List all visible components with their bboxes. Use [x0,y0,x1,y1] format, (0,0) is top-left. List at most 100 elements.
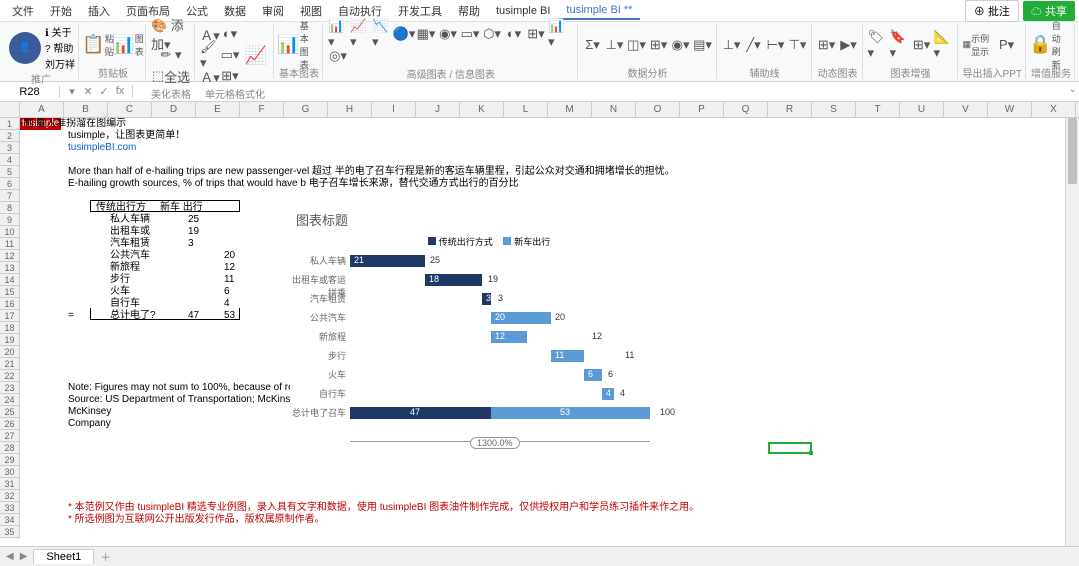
row-header-28[interactable]: 28 [0,442,19,454]
scrollbar-vertical[interactable] [1065,102,1079,546]
menu-help[interactable]: 帮助 [450,1,488,21]
row-header-20[interactable]: 20 [0,346,19,358]
adv-9[interactable]: ◐▾ [504,24,524,44]
row-header-9[interactable]: 9 [0,214,19,226]
menu-insert[interactable]: 插入 [80,1,118,21]
menu-data[interactable]: 数据 [216,1,254,21]
adv-12[interactable]: ◎▾ [328,46,348,66]
row-header-23[interactable]: 23 [0,382,19,394]
avatar[interactable]: 👤 [9,32,41,64]
adv-7[interactable]: ▭▾ [460,24,480,44]
about-button[interactable]: ℹ 关于 [45,24,75,39]
row-header-26[interactable]: 26 [0,418,19,430]
menu-home[interactable]: 开始 [42,1,80,21]
row-header-4[interactable]: 4 [0,154,19,166]
col-header-R[interactable]: R [768,102,812,117]
fmt-d[interactable]: ▭▾ [220,45,240,65]
col-header-C[interactable]: C [108,102,152,117]
en-2[interactable]: 🔖▾ [890,35,910,55]
adv-2[interactable]: 📈▾ [350,24,370,44]
adv-5[interactable]: ▦▾ [416,24,436,44]
col-header-J[interactable]: J [416,102,460,117]
help-button[interactable]: ? 帮助 [45,40,75,55]
row-header-34[interactable]: 34 [0,514,19,526]
an-5[interactable]: ◉▾ [671,35,691,55]
row-header-22[interactable]: 22 [0,370,19,382]
col-header-M[interactable]: M [548,102,592,117]
en-3[interactable]: ⊞▾ [912,35,932,55]
row-header-32[interactable]: 32 [0,490,19,502]
row-header-14[interactable]: 14 [0,274,19,286]
en-1[interactable]: 🏷▾ [868,35,888,55]
col-header-T[interactable]: T [856,102,900,117]
col-header-V[interactable]: V [944,102,988,117]
sheet-tab-1[interactable]: Sheet1 [33,549,94,564]
row-headers[interactable]: 1234567891011121314151617181920212223242… [0,118,20,538]
row-header-12[interactable]: 12 [0,250,19,262]
comments-button[interactable]: ⊕ 批注 [965,0,1019,22]
menu-tusimple1[interactable]: tusimple BI [488,3,558,19]
confirm-icon[interactable]: ✓ [96,85,112,98]
row-header-31[interactable]: 31 [0,478,19,490]
menu-view[interactable]: 视图 [292,1,330,21]
row-header-1[interactable]: 1 [0,118,19,130]
row-header-15[interactable]: 15 [0,286,19,298]
an-2[interactable]: ⊥▾ [605,35,625,55]
col-header-A[interactable]: A [20,102,64,117]
select-all-btn[interactable]: ⬚ 全选 [151,66,191,86]
ax-3[interactable]: ⊢▾ [766,35,786,55]
select-all-corner[interactable] [0,102,20,118]
adv-6[interactable]: ◉▾ [438,24,458,44]
share-button[interactable]: ☁ 共享 [1023,1,1075,21]
add-sheet-icon[interactable]: ＋ [100,549,111,565]
ax-2[interactable]: ╱▾ [744,35,764,55]
row-header-30[interactable]: 30 [0,466,19,478]
chart-big[interactable]: 📈 [242,35,270,75]
chart[interactable]: 图表标题 传统出行方式 新车出行 私人车辆2125出租车或客运拼乘1819汽车租… [290,208,680,448]
row-header-33[interactable]: 33 [0,502,19,514]
adv-10[interactable]: ⊞▾ [526,24,546,44]
row-header-5[interactable]: 5 [0,166,19,178]
col-header-S[interactable]: S [812,102,856,117]
adv-11[interactable]: 📊▾ [548,24,568,44]
menu-review[interactable]: 审阅 [254,1,292,21]
fmt-f[interactable]: ⊞▾ [220,66,240,86]
paste-button[interactable]: 📋粘贴 [84,25,112,65]
basic-chart-btn[interactable]: 📊基本图表 [279,25,307,65]
col-header-F[interactable]: F [240,102,284,117]
adv-3[interactable]: 📉▾ [372,24,392,44]
col-header-N[interactable]: N [592,102,636,117]
dy-1[interactable]: ⊞▾ [817,35,837,55]
row-header-6[interactable]: 6 [0,178,19,190]
cells-area[interactable]: tusimple ·制 垂人准拐溜在图编示 tusimple，让图表更简单！ t… [20,118,1079,546]
an-6[interactable]: ▤▾ [693,35,713,55]
fmt-c[interactable]: 🖌▾ [200,45,220,65]
ax-1[interactable]: ⊥▾ [722,35,742,55]
fmt-e[interactable]: Ａ▾ [200,66,220,86]
col-header-U[interactable]: U [900,102,944,117]
tab-next-icon[interactable]: ▶ [20,551,28,562]
col-header-P[interactable]: P [680,102,724,117]
row-header-21[interactable]: 21 [0,358,19,370]
col-header-Q[interactable]: Q [724,102,768,117]
menu-file[interactable]: 文件 [4,1,42,21]
row-header-19[interactable]: 19 [0,334,19,346]
col-header-D[interactable]: D [152,102,196,117]
row-header-7[interactable]: 7 [0,190,19,202]
ax-4[interactable]: ⊤▾ [788,35,808,55]
ex-show[interactable]: ▦ 示例 显示 [963,35,995,55]
style-btn[interactable]: 🎨 添加▾ [151,24,191,44]
row-header-25[interactable]: 25 [0,406,19,418]
auto-refresh[interactable]: 🔒自动 刷新 [1031,25,1059,65]
col-header-E[interactable]: E [196,102,240,117]
dy-2[interactable]: ▶▾ [839,35,859,55]
column-headers[interactable]: ABCDEFGHIJKLMNOPQRSTUVWX [20,102,1079,118]
row-header-11[interactable]: 11 [0,238,19,250]
active-cell[interactable] [768,442,812,454]
name-box[interactable]: R28 [0,86,60,98]
ex-ppt[interactable]: P▾ [997,35,1017,55]
row-header-16[interactable]: 16 [0,298,19,310]
an-4[interactable]: ⊞▾ [649,35,669,55]
adv-4[interactable]: 🔵▾ [394,24,414,44]
col-header-O[interactable]: O [636,102,680,117]
